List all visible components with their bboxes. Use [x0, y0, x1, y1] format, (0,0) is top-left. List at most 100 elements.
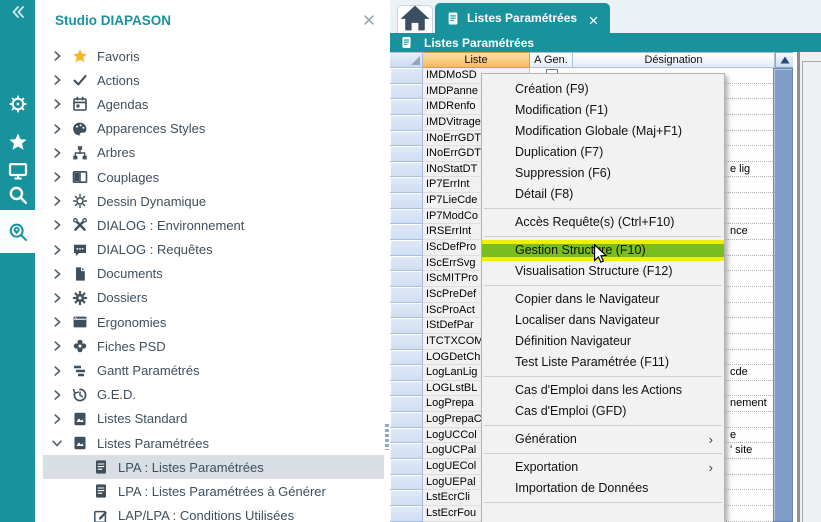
menu-item-localiser-dans-navigateur[interactable]: Localiser dans Navigateur [482, 310, 724, 331]
tree-item-apparences-styles[interactable]: Apparences Styles [43, 117, 384, 141]
activity-modules-icon[interactable] [0, 92, 35, 116]
menu-item-test-liste-param-tr-e-f11[interactable]: Test Liste Paramétrée (F11) [482, 352, 724, 373]
menu-item-modification-f1[interactable]: Modification (F1) [482, 100, 724, 121]
activity-advanced-search-icon[interactable] [0, 210, 35, 253]
tree-item-lap-lpa-conditions-utilis-es[interactable]: LAP/LPA : Conditions Utilisées [43, 504, 384, 522]
row-selector-cell[interactable] [390, 131, 423, 147]
row-selector-cell[interactable] [390, 84, 423, 100]
row-selector-cell[interactable] [390, 506, 423, 522]
tree-scrollbar-thumb[interactable] [385, 424, 389, 450]
tree-item-dialog-environnement[interactable]: DIALOG : Environnement [43, 213, 384, 237]
row-selector-cell[interactable] [390, 115, 423, 131]
tree-item-agendas[interactable]: Agendas [43, 92, 384, 116]
column-header-designation[interactable]: Désignation [573, 52, 775, 68]
row-selector-cell[interactable] [390, 146, 423, 162]
row-selector-cell[interactable] [390, 240, 423, 256]
menu-item-cas-d-emploi-gfd[interactable]: Cas d'Emploi (GFD) [482, 401, 724, 422]
chevron-right-icon[interactable] [50, 412, 64, 426]
row-selector-cell[interactable] [390, 412, 423, 428]
row-selector-cell[interactable] [390, 490, 423, 506]
tree-item-favoris[interactable]: Favoris [43, 44, 384, 68]
chevron-right-icon[interactable] [50, 97, 64, 111]
chevron-right-icon[interactable] [50, 170, 64, 184]
chevron-down-icon[interactable] [50, 436, 64, 450]
row-selector-cell[interactable] [390, 256, 423, 272]
close-panel-icon[interactable] [362, 13, 376, 27]
row-selector-cell[interactable] [390, 443, 423, 459]
chevron-right-icon[interactable] [50, 388, 64, 402]
menu-item-g-n-ration[interactable]: Génération› [482, 429, 724, 450]
tree-item-documents[interactable]: Documents [43, 262, 384, 286]
chevron-right-icon[interactable] [50, 243, 64, 257]
chevron-right-icon[interactable] [50, 218, 64, 232]
menu-item-acc-s-requ-te-s-ctrl-f10[interactable]: Accès Requête(s) (Ctrl+F10) [482, 212, 724, 233]
row-selector-cell[interactable] [390, 459, 423, 475]
tree-item-lpa-listes-param-tr-es[interactable]: LPA : Listes Paramétrées [43, 455, 384, 479]
tab-listes-parametrees[interactable]: Listes Paramétrées [435, 3, 610, 33]
tree-item-couplages[interactable]: Couplages [43, 165, 384, 189]
menu-item-importation-de-donn-es[interactable]: Importation de Données [482, 478, 724, 499]
row-selector-cell[interactable] [390, 334, 423, 350]
activity-collapse-panel-icon[interactable] [0, 0, 35, 24]
row-selector-cell[interactable] [390, 396, 423, 412]
menu-item-d-tail-f8[interactable]: Détail (F8) [482, 184, 724, 205]
chevron-right-icon[interactable] [50, 73, 64, 87]
chevron-right-icon[interactable] [50, 146, 64, 160]
close-tab-icon[interactable] [588, 13, 599, 24]
column-header-liste[interactable]: Liste [423, 52, 530, 68]
row-selector-cell[interactable] [390, 365, 423, 381]
tree-item-actions[interactable]: Actions [43, 68, 384, 92]
tree-item-fiches-psd[interactable]: Fiches PSD [43, 334, 384, 358]
tree-item-dialog-requ-tes[interactable]: DIALOG : Requêtes [43, 238, 384, 262]
chevron-right-icon[interactable] [50, 291, 64, 305]
menu-item-visualisation-structure-f12[interactable]: Visualisation Structure (F12) [482, 261, 724, 282]
row-selector-cell[interactable] [390, 193, 423, 209]
chevron-right-icon[interactable] [50, 364, 64, 378]
activity-workspace-icon[interactable] [0, 159, 35, 183]
row-selector-cell[interactable] [390, 162, 423, 178]
row-selector-cell[interactable] [390, 177, 423, 193]
scroll-up-button[interactable] [775, 52, 795, 68]
menu-item-duplication-f7[interactable]: Duplication (F7) [482, 142, 724, 163]
column-header-agen[interactable]: A Gen. [530, 52, 573, 68]
row-selector-cell[interactable] [390, 350, 423, 366]
chevron-right-icon[interactable] [50, 49, 64, 63]
activity-search-icon[interactable] [0, 183, 35, 207]
row-selector-cell[interactable] [390, 428, 423, 444]
chevron-right-icon[interactable] [50, 267, 64, 281]
tree-item-dossiers[interactable]: Dossiers [43, 286, 384, 310]
menu-item-d-finition-navigateur[interactable]: Définition Navigateur [482, 331, 724, 352]
row-selector-cell[interactable] [390, 287, 423, 303]
row-selector-cell[interactable] [390, 99, 423, 115]
tree-item-dessin-dynamique[interactable]: Dessin Dynamique [43, 189, 384, 213]
row-selector-cell[interactable] [390, 224, 423, 240]
tree-item-listes-param-tr-es[interactable]: Listes Paramétrées [43, 431, 384, 455]
tab-home[interactable] [397, 5, 433, 34]
menu-item-cas-d-emploi-dans-les-actions[interactable]: Cas d'Emploi dans les Actions [482, 380, 724, 401]
chevron-right-icon[interactable] [50, 315, 64, 329]
table-scrollbar-thumb[interactable] [773, 68, 793, 522]
chevron-right-icon[interactable] [50, 339, 64, 353]
row-selector-cell[interactable] [390, 303, 423, 319]
activity-favorites-icon[interactable] [0, 130, 35, 154]
tree-item-ergonomies[interactable]: Ergonomies [43, 310, 384, 334]
menu-item-gestion-structure-f10[interactable]: Gestion Structure (F10) [482, 240, 724, 261]
row-selector-cell[interactable] [390, 271, 423, 287]
tree-item-g-e-d[interactable]: G.E.D. [43, 383, 384, 407]
row-selector-cell[interactable] [390, 475, 423, 491]
menu-item-cr-ation-f9[interactable]: Création (F9) [482, 79, 724, 100]
tree-item-gantt-param-tr-s[interactable]: Gantt Paramétrés [43, 358, 384, 382]
select-all-cell[interactable] [390, 52, 423, 68]
menu-item-modification-globale-maj-f1[interactable]: Modification Globale (Maj+F1) [482, 121, 724, 142]
row-selector-cell[interactable] [390, 209, 423, 225]
chevron-right-icon[interactable] [50, 194, 64, 208]
tree-item-listes-standard[interactable]: Listes Standard [43, 407, 384, 431]
row-selector-cell[interactable] [390, 318, 423, 334]
tree-item-lpa-listes-param-tr-es-g-n-rer[interactable]: LPA : Listes Paramétrées à Générer [43, 479, 384, 503]
chevron-right-icon[interactable] [50, 122, 64, 136]
row-selector-cell[interactable] [390, 68, 423, 84]
menu-item-exportation[interactable]: Exportation› [482, 457, 724, 478]
menu-item-copier-dans-le-navigateur[interactable]: Copier dans le Navigateur [482, 289, 724, 310]
menu-item-suppression-f6[interactable]: Suppression (F6) [482, 163, 724, 184]
tree-item-arbres[interactable]: Arbres [43, 141, 384, 165]
